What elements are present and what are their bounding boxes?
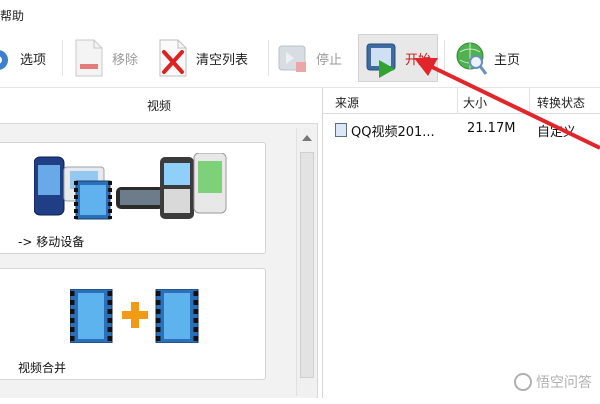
profile-card-merge[interactable]: 视频合并: [0, 268, 266, 380]
options-button[interactable]: 选项: [0, 36, 46, 80]
menu-help[interactable]: 帮助: [0, 7, 24, 24]
profile-panel: 视频 -> 移动设备 视频合并: [0, 88, 318, 398]
wukong-logo-icon: [514, 373, 532, 391]
remove-file-icon: [72, 38, 106, 78]
app-window: 帮助 选项 移除 清空列表 停止 开始 主页 视频 -> 移动设备 视频合并 来…: [0, 0, 600, 404]
toolbar-separator: [444, 40, 445, 76]
mobile-devices-icon: [33, 152, 234, 223]
table-header: 来源 大小 转换状态: [323, 88, 600, 114]
chevron-up-icon: [302, 135, 312, 141]
file-status: 自定义: [537, 125, 577, 140]
start-button[interactable]: 开始: [358, 34, 439, 82]
table-row[interactable]: QQ视频201... 21.17M 自定义: [323, 118, 600, 142]
remove-button[interactable]: 移除: [72, 36, 138, 80]
file-size: 21.17M: [467, 121, 516, 136]
column-status[interactable]: 转换状态: [537, 94, 585, 111]
start-video-icon: [365, 38, 399, 78]
column-source[interactable]: 来源: [335, 94, 359, 111]
profile-card-mobile[interactable]: -> 移动设备: [0, 142, 266, 254]
column-size[interactable]: 大小: [463, 94, 487, 111]
gear-icon: [0, 38, 14, 78]
file-list: 来源 大小 转换状态 QQ视频201... 21.17M 自定义 悟空问答: [322, 88, 600, 398]
profile-scrollbar[interactable]: [296, 128, 316, 396]
toolbar-separator: [62, 40, 63, 76]
video-merge-icon: [69, 288, 200, 344]
file-source: QQ视频201...: [351, 125, 435, 140]
video-file-icon: [335, 123, 347, 137]
column-separator: [457, 88, 458, 114]
home-button[interactable]: 主页: [454, 36, 520, 80]
card-label: 视频合并: [18, 361, 67, 375]
menu-bar: 帮助: [0, 0, 600, 28]
column-separator: [529, 88, 530, 114]
card-label: -> 移动设备: [18, 235, 85, 249]
clear-list-button[interactable]: 清空列表: [156, 36, 248, 80]
toolbar: 选项 移除 清空列表 停止 开始 主页: [0, 28, 600, 88]
stop-video-icon: [276, 38, 310, 78]
watermark: 悟空问答: [514, 372, 592, 392]
panel-title: 视频: [0, 88, 318, 124]
globe-search-icon: [454, 38, 488, 78]
scroll-thumb[interactable]: [300, 152, 314, 378]
toolbar-separator: [268, 40, 269, 76]
clear-list-icon: [156, 38, 190, 78]
stop-button[interactable]: 停止: [276, 36, 342, 80]
scroll-up-button[interactable]: [297, 128, 317, 148]
